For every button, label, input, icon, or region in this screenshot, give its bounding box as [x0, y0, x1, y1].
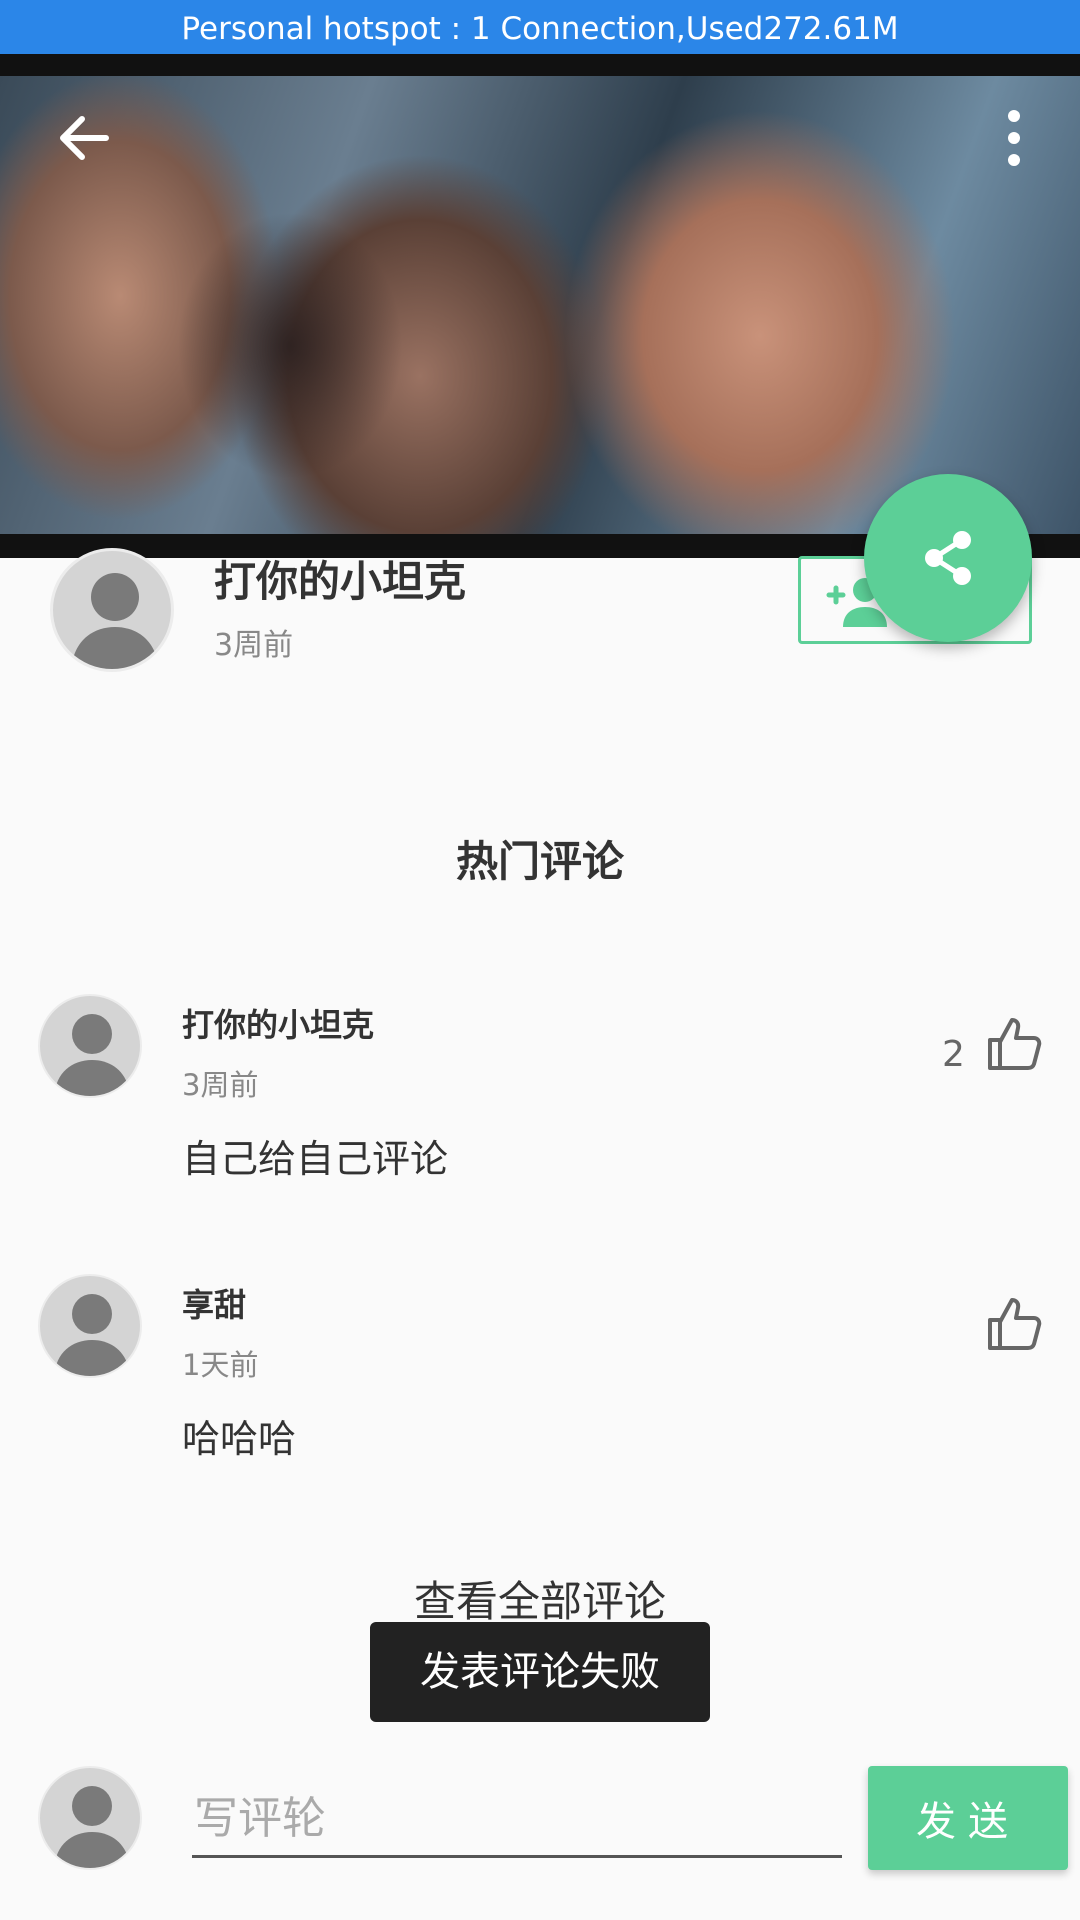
author-name[interactable]: 打你的小坦克 — [214, 548, 466, 609]
commenter-name[interactable]: 打你的小坦克 — [182, 1000, 374, 1046]
status-bar: Personal hotspot : 1 Connection,Used272.… — [0, 0, 1080, 54]
send-button[interactable]: 发送 — [868, 1766, 1068, 1870]
arrow-left-icon[interactable] — [48, 102, 120, 174]
commenter-avatar[interactable] — [38, 994, 142, 1098]
person-silhouette-icon — [54, 1294, 130, 1376]
like-count: 2 — [942, 1034, 965, 1075]
comment-item: 打你的小坦克 3周前 自己给自己评论 2 — [0, 994, 1080, 1234]
more-vert-icon[interactable] — [990, 102, 1038, 174]
error-toast: 发表评论失败 — [370, 1622, 710, 1722]
screen: Personal hotspot : 1 Connection,Used272.… — [0, 0, 1080, 1920]
share-fab[interactable] — [864, 474, 1032, 642]
author-post-time: 3周前 — [214, 628, 294, 663]
person-silhouette-icon — [71, 573, 159, 669]
commenter-avatar[interactable] — [38, 1274, 142, 1378]
commenter-name[interactable]: 享甜 — [182, 1280, 246, 1326]
composer-avatar — [38, 1766, 142, 1870]
person-silhouette-icon — [54, 1786, 130, 1868]
hot-comments-title: 热门评论 — [455, 837, 624, 886]
comment-text: 自己给自己评论 — [182, 1137, 449, 1181]
thumb-up-icon[interactable] — [986, 1296, 1042, 1352]
comment-time: 3周前 — [182, 1068, 259, 1102]
share-icon — [925, 531, 971, 585]
comment-item: 享甜 1天前 哈哈哈 — [0, 1274, 1080, 1514]
comment-time: 1天前 — [182, 1348, 259, 1382]
thumb-up-icon[interactable] — [986, 1016, 1042, 1072]
view-all-comments-link[interactable]: 查看全部评论 — [0, 1568, 1080, 1629]
comment-text: 哈哈哈 — [182, 1417, 297, 1461]
person-silhouette-icon — [54, 1014, 130, 1096]
video-frame[interactable] — [0, 76, 1080, 534]
comment-input[interactable] — [192, 1782, 842, 1858]
author-avatar[interactable] — [50, 548, 174, 672]
